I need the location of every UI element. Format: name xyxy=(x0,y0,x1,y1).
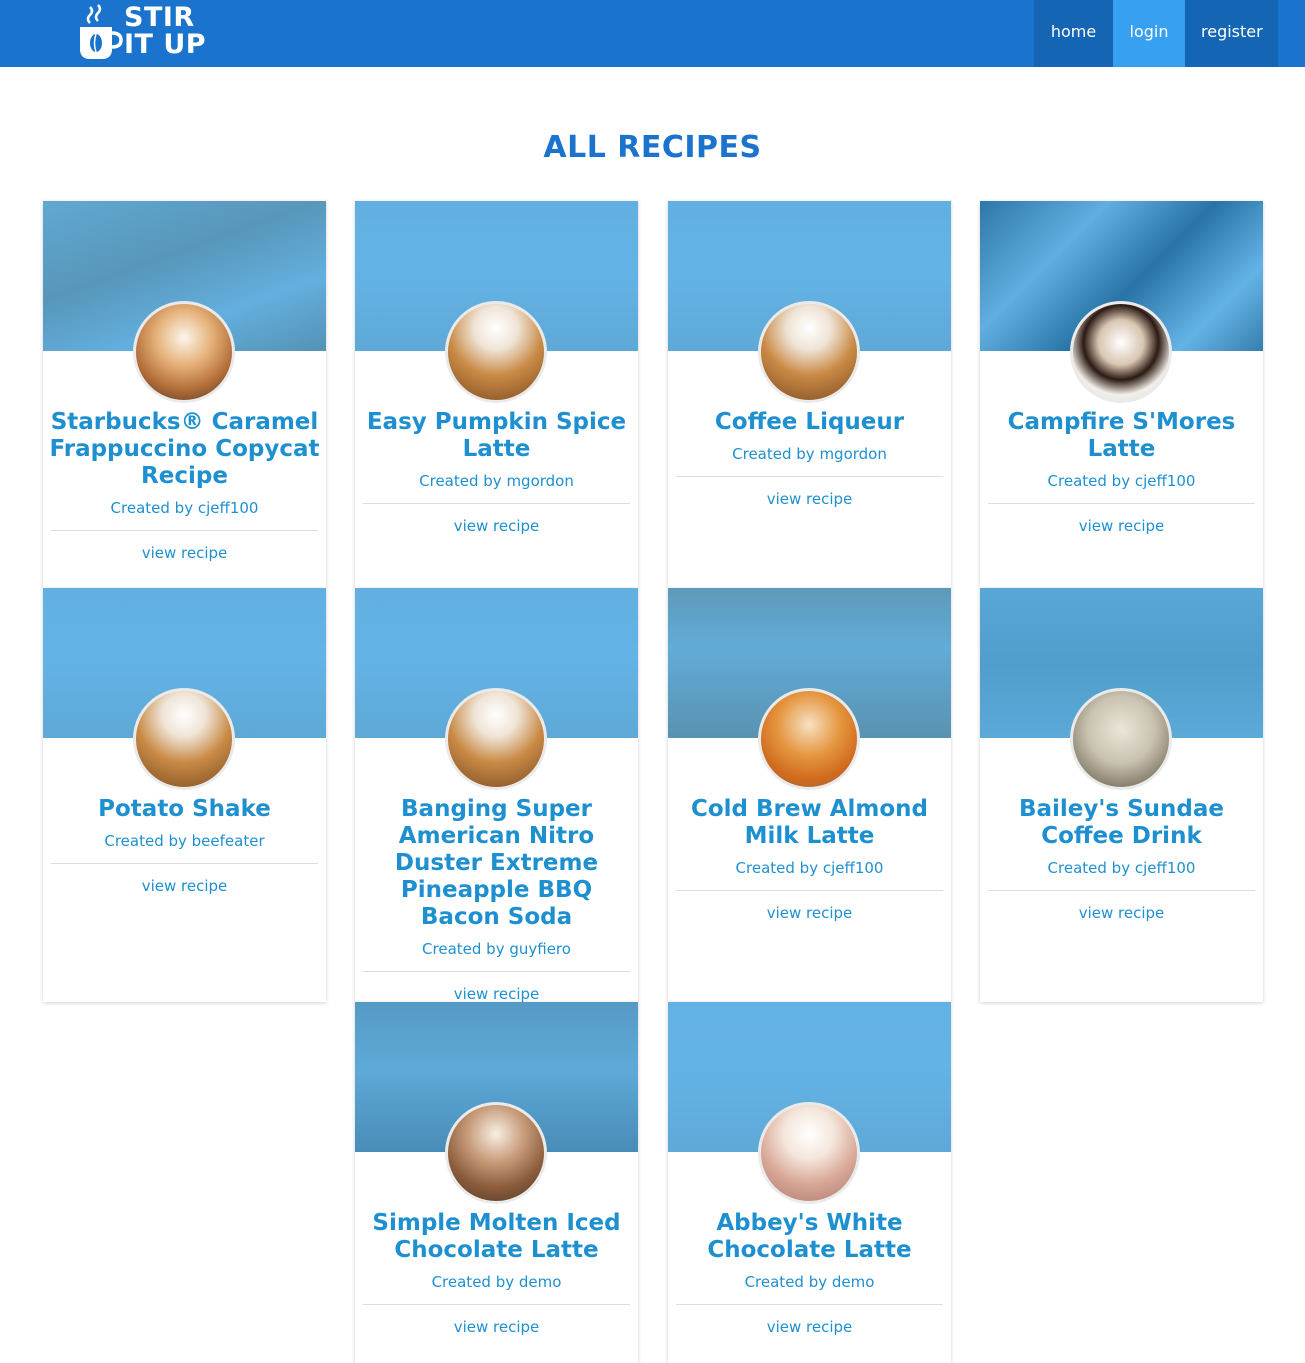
recipe-title[interactable]: Abbey's White Chocolate Latte xyxy=(674,1210,945,1264)
card-divider xyxy=(363,1304,630,1305)
recipe-thumbnail[interactable] xyxy=(758,1102,860,1204)
recipe-card: Abbey's White Chocolate Latte Created by… xyxy=(668,1002,951,1363)
navbar: STIR IT UP home login register xyxy=(0,0,1305,67)
recipe-author: Created by guyfiero xyxy=(422,940,571,958)
recipe-title[interactable]: Coffee Liqueur xyxy=(674,409,945,436)
recipe-title[interactable]: Bailey's Sundae Coffee Drink xyxy=(986,796,1257,850)
recipe-thumbnail[interactable] xyxy=(1070,688,1172,790)
recipe-author: Created by mgordon xyxy=(419,472,574,490)
logo-line-1: STIR xyxy=(124,2,195,33)
recipe-title[interactable]: Banging Super American Nitro Duster Extr… xyxy=(361,796,632,931)
recipe-title[interactable]: Cold Brew Almond Milk Latte xyxy=(674,796,945,850)
recipe-title[interactable]: Starbucks® Caramel Frappuccino Copycat R… xyxy=(49,409,320,490)
recipe-thumbnail[interactable] xyxy=(445,301,547,403)
recipe-card: Bailey's Sundae Coffee Drink Created by … xyxy=(980,588,1263,1002)
recipe-thumbnail[interactable] xyxy=(445,1102,547,1204)
card-divider xyxy=(676,1304,943,1305)
view-recipe-link[interactable]: view recipe xyxy=(49,876,320,896)
nav-menu: home login register xyxy=(1034,0,1278,67)
recipe-thumbnail[interactable] xyxy=(133,301,235,403)
recipe-card: Banging Super American Nitro Duster Extr… xyxy=(355,588,638,1004)
recipe-card: Potato Shake Created by beefeater view r… xyxy=(43,588,326,1002)
recipe-author: Created by cjeff100 xyxy=(735,859,884,877)
coffee-cup-icon xyxy=(80,4,123,59)
view-recipe-link[interactable]: view recipe xyxy=(361,1317,632,1337)
card-divider xyxy=(988,890,1255,891)
view-recipe-link[interactable]: view recipe xyxy=(986,516,1257,536)
card-divider xyxy=(988,503,1255,504)
card-divider xyxy=(51,863,318,864)
card-divider xyxy=(51,530,318,531)
recipe-title[interactable]: Potato Shake xyxy=(49,796,320,823)
view-recipe-link[interactable]: view recipe xyxy=(986,903,1257,923)
view-recipe-link[interactable]: view recipe xyxy=(361,984,632,1004)
logo-wordmark: STIR IT UP xyxy=(124,4,206,58)
recipe-card: Campfire S'Mores Latte Created by cjeff1… xyxy=(980,201,1263,588)
recipe-thumbnail[interactable] xyxy=(758,688,860,790)
recipe-title[interactable]: Campfire S'Mores Latte xyxy=(986,409,1257,463)
recipe-author: Created by beefeater xyxy=(104,832,265,850)
recipe-author: Created by demo xyxy=(431,1273,562,1291)
recipe-thumbnail[interactable] xyxy=(1070,301,1172,403)
card-divider xyxy=(363,503,630,504)
recipe-author: Created by mgordon xyxy=(732,445,887,463)
recipe-card: Cold Brew Almond Milk Latte Created by c… xyxy=(668,588,951,1002)
page-title: ALL RECIPES xyxy=(543,130,762,165)
recipe-author: Created by cjeff100 xyxy=(110,499,259,517)
recipe-card: Easy Pumpkin Spice Latte Created by mgor… xyxy=(355,201,638,588)
recipe-thumbnail[interactable] xyxy=(445,688,547,790)
recipe-title[interactable]: Easy Pumpkin Spice Latte xyxy=(361,409,632,463)
recipe-title[interactable]: Simple Molten Iced Chocolate Latte xyxy=(361,1210,632,1264)
nav-home-link[interactable]: home xyxy=(1034,0,1113,67)
card-divider xyxy=(363,971,630,972)
view-recipe-link[interactable]: view recipe xyxy=(674,489,945,509)
nav-register-link[interactable]: register xyxy=(1185,0,1278,67)
recipe-thumbnail[interactable] xyxy=(133,688,235,790)
view-recipe-link[interactable]: view recipe xyxy=(674,1317,945,1337)
card-divider xyxy=(676,890,943,891)
nav-login-link[interactable]: login xyxy=(1113,0,1185,67)
view-recipe-link[interactable]: view recipe xyxy=(674,903,945,923)
recipe-card: Starbucks® Caramel Frappuccino Copycat R… xyxy=(43,201,326,588)
card-divider xyxy=(676,476,943,477)
logo-line-2: IT UP xyxy=(124,29,207,60)
view-recipe-link[interactable]: view recipe xyxy=(361,516,632,536)
stir-it-up-logo[interactable]: STIR IT UP xyxy=(76,3,216,63)
recipe-card: Simple Molten Iced Chocolate Latte Creat… xyxy=(355,1002,638,1363)
view-recipe-link[interactable]: view recipe xyxy=(49,543,320,563)
recipe-author: Created by cjeff100 xyxy=(1047,472,1196,490)
recipe-thumbnail[interactable] xyxy=(758,301,860,403)
recipe-card: Coffee Liqueur Created by mgordon view r… xyxy=(668,201,951,588)
recipe-author: Created by cjeff100 xyxy=(1047,859,1196,877)
recipe-author: Created by demo xyxy=(744,1273,875,1291)
